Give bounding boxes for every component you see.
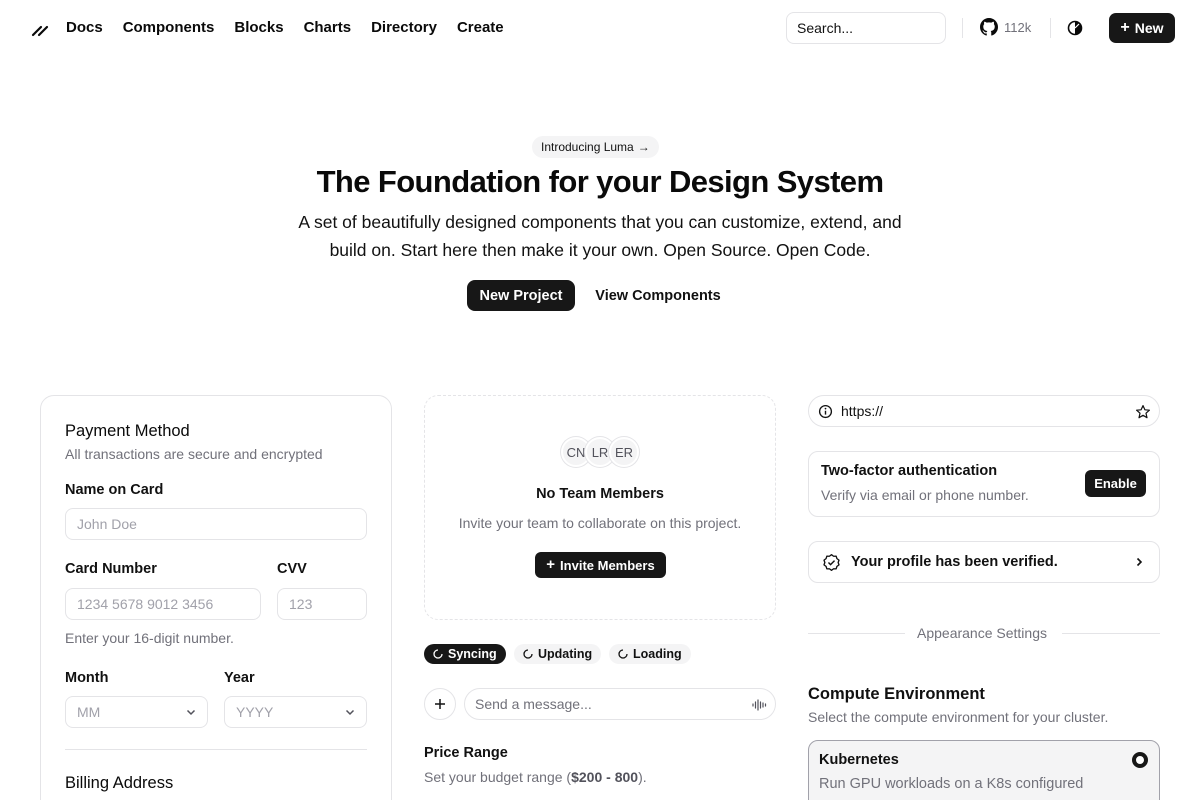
badge-check-icon	[823, 554, 840, 571]
cvv-field[interactable]: 123	[277, 588, 367, 620]
audio-wave-icon[interactable]	[751, 697, 767, 713]
card-number-label: Card Number	[65, 561, 157, 577]
kubernetes-option-description: Run GPU workloads on a K8s configured	[819, 776, 1084, 792]
new-project-button[interactable]: New Project	[467, 280, 575, 311]
year-label: Year	[224, 670, 255, 686]
nav-directory[interactable]: Directory	[371, 19, 437, 37]
kubernetes-option[interactable]: Kubernetes Run GPU workloads on a K8s co…	[808, 740, 1160, 800]
plus-icon: +	[546, 556, 556, 573]
empty-state-description: Invite your team to collaborate on this …	[458, 515, 742, 531]
card-number-hint: Enter your 16-digit number.	[65, 630, 234, 646]
updating-badge: Updating	[514, 644, 602, 664]
url-input-value: https://	[841, 403, 884, 419]
message-input-placeholder: Send a message...	[475, 696, 592, 712]
syncing-label: Syncing	[448, 647, 497, 661]
kubernetes-option-title: Kubernetes	[819, 752, 899, 768]
github-icon	[980, 18, 998, 36]
month-label: Month	[65, 670, 109, 686]
payment-subtitle: All transactions are secure and encrypte…	[65, 446, 323, 462]
year-select-value: YYYY	[236, 704, 274, 720]
enable-button[interactable]: Enable	[1085, 470, 1146, 497]
payment-title: Payment Method	[65, 422, 190, 440]
github-star-count: 112k	[1004, 19, 1032, 35]
invite-members-button[interactable]: + Invite Members	[535, 552, 666, 578]
two-factor-title: Two-factor authentication	[821, 463, 998, 479]
logo-icon[interactable]	[30, 18, 50, 38]
plus-icon: +	[1120, 19, 1130, 36]
separator-line	[1062, 633, 1160, 634]
plus-icon	[435, 699, 445, 709]
site-header: Docs Components Blocks Charts Directory …	[0, 0, 1200, 56]
announcement-label: Introducing Luma	[541, 140, 634, 154]
github-link[interactable]: 112k	[980, 18, 1031, 36]
chevron-down-icon	[345, 709, 355, 716]
nav-blocks[interactable]: Blocks	[234, 19, 283, 37]
kubernetes-radio[interactable]	[1132, 752, 1148, 768]
billing-address-title: Billing Address	[65, 774, 174, 792]
name-on-card-label: Name on Card	[65, 482, 164, 498]
url-input[interactable]: https://	[808, 395, 1160, 427]
main-nav: Docs Components Blocks Charts Directory …	[66, 19, 524, 37]
two-factor-description: Verify via email or phone number.	[821, 487, 1029, 503]
new-button[interactable]: + New	[1109, 13, 1175, 43]
loading-label: Loading	[633, 647, 682, 661]
chevron-right-icon	[1136, 557, 1143, 567]
nav-charts[interactable]: Charts	[304, 19, 352, 37]
spinner-icon	[433, 649, 443, 659]
nav-create[interactable]: Create	[457, 19, 504, 37]
price-range-description: Set your budget range ($200 - 800).	[424, 769, 647, 785]
verified-text: Your profile has been verified.	[851, 554, 1058, 570]
star-icon[interactable]	[1135, 404, 1151, 420]
chevron-down-icon	[186, 709, 196, 716]
divider	[962, 18, 963, 38]
section-divider	[65, 749, 367, 750]
separator-line	[808, 633, 905, 634]
search-input[interactable]: Search...	[786, 12, 946, 44]
avatar: ER	[609, 437, 639, 467]
theme-toggle-icon[interactable]	[1067, 20, 1083, 36]
loading-badge: Loading	[609, 644, 691, 664]
appearance-settings-label: Appearance Settings	[917, 625, 1047, 641]
verified-profile-item[interactable]: Your profile has been verified.	[808, 541, 1160, 583]
nav-components[interactable]: Components	[123, 19, 215, 37]
nav-docs[interactable]: Docs	[66, 19, 103, 37]
invite-members-label: Invite Members	[560, 557, 655, 573]
updating-label: Updating	[538, 647, 593, 661]
year-select[interactable]: YYYY	[224, 696, 367, 728]
info-icon	[818, 404, 833, 418]
view-components-button[interactable]: View Components	[584, 280, 732, 311]
compute-environment-title: Compute Environment	[808, 685, 985, 703]
attach-button[interactable]	[424, 688, 456, 720]
name-on-card-field[interactable]: John Doe	[65, 508, 367, 540]
price-range-value: $200 - 800	[571, 769, 639, 785]
new-button-label: New	[1134, 20, 1164, 36]
announcement-badge[interactable]: Introducing Luma →	[532, 136, 659, 158]
month-select-value: MM	[77, 704, 101, 720]
price-range-prefix: Set your budget range (	[424, 769, 572, 785]
compute-environment-subtitle: Select the compute environment for your …	[808, 709, 1109, 725]
month-select[interactable]: MM	[65, 696, 208, 728]
spinner-icon	[618, 649, 628, 659]
message-input[interactable]: Send a message...	[464, 688, 776, 720]
syncing-badge: Syncing	[424, 644, 506, 664]
price-range-suffix: ).	[638, 769, 647, 785]
cvv-label: CVV	[277, 561, 307, 577]
empty-state-card	[424, 395, 776, 620]
arrow-right-icon: →	[637, 140, 650, 154]
avatar-group: CN LR ER	[561, 437, 641, 469]
price-range-title: Price Range	[424, 745, 508, 761]
page-subtitle: A set of beautifully designed components…	[298, 212, 902, 260]
divider	[1050, 18, 1051, 38]
page-title: The Foundation for your Design System	[316, 164, 884, 199]
empty-state-title: No Team Members	[536, 486, 664, 502]
spinner-icon	[523, 649, 533, 659]
card-number-field[interactable]: 1234 5678 9012 3456	[65, 588, 261, 620]
